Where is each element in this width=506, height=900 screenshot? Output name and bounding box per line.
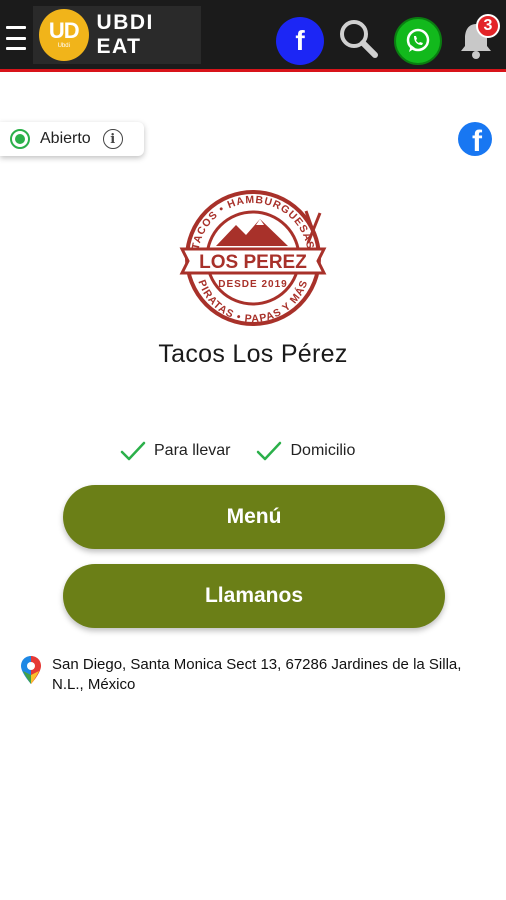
brand-logo-sub: Ubdi [57, 43, 70, 49]
address[interactable]: San Diego, Santa Monica Sect 13, 67286 J… [20, 655, 490, 695]
service-options: Para llevar Domicilio [120, 440, 381, 462]
facebook-icon: f [472, 125, 482, 157]
search-icon [340, 20, 378, 58]
option-label: Domicilio [290, 442, 356, 459]
brand-logo: UD Ubdi [39, 9, 89, 61]
notifications-button[interactable]: 3 [454, 14, 500, 62]
menu-button[interactable]: Menú [63, 485, 445, 549]
search-button[interactable] [336, 16, 380, 60]
restaurant-logo: TACOS • HAMBURGUESAS PIRATAS • PAPAS Y M… [179, 190, 327, 326]
check-icon [257, 441, 282, 461]
hamburger-menu-icon[interactable] [6, 26, 26, 50]
address-text: San Diego, Santa Monica Sect 13, 67286 J… [52, 656, 462, 693]
whatsapp-button[interactable] [394, 17, 442, 65]
option-para-llevar: Para llevar [120, 440, 230, 462]
facebook-icon: f [295, 25, 305, 56]
app-header: UD Ubdi UBDI EAT f 3 [0, 0, 506, 72]
open-status-chip[interactable]: Abierto i [0, 122, 144, 156]
option-domicilio: Domicilio [256, 440, 355, 462]
logo-banner-text: LOS PEREZ [199, 252, 307, 273]
option-label: Para llevar [154, 442, 231, 459]
notification-badge: 3 [476, 14, 500, 38]
brand[interactable]: UD Ubdi UBDI EAT [33, 6, 201, 64]
status-dot-icon [10, 129, 30, 149]
status-label: Abierto [40, 130, 91, 147]
whatsapp-icon [406, 28, 430, 52]
brand-name: UBDI EAT [96, 11, 154, 58]
facebook-button[interactable]: f [276, 17, 324, 65]
call-button[interactable]: Llamanos [63, 564, 445, 628]
info-icon[interactable]: i [102, 129, 123, 149]
map-pin-icon [21, 656, 41, 684]
check-icon [120, 441, 146, 461]
brand-logo-text: UD [48, 18, 80, 43]
logo-since-text: DESDE 2019 [218, 279, 287, 290]
facebook-page-button[interactable]: f [458, 122, 492, 156]
restaurant-name: Tacos Los Pérez [158, 340, 348, 368]
